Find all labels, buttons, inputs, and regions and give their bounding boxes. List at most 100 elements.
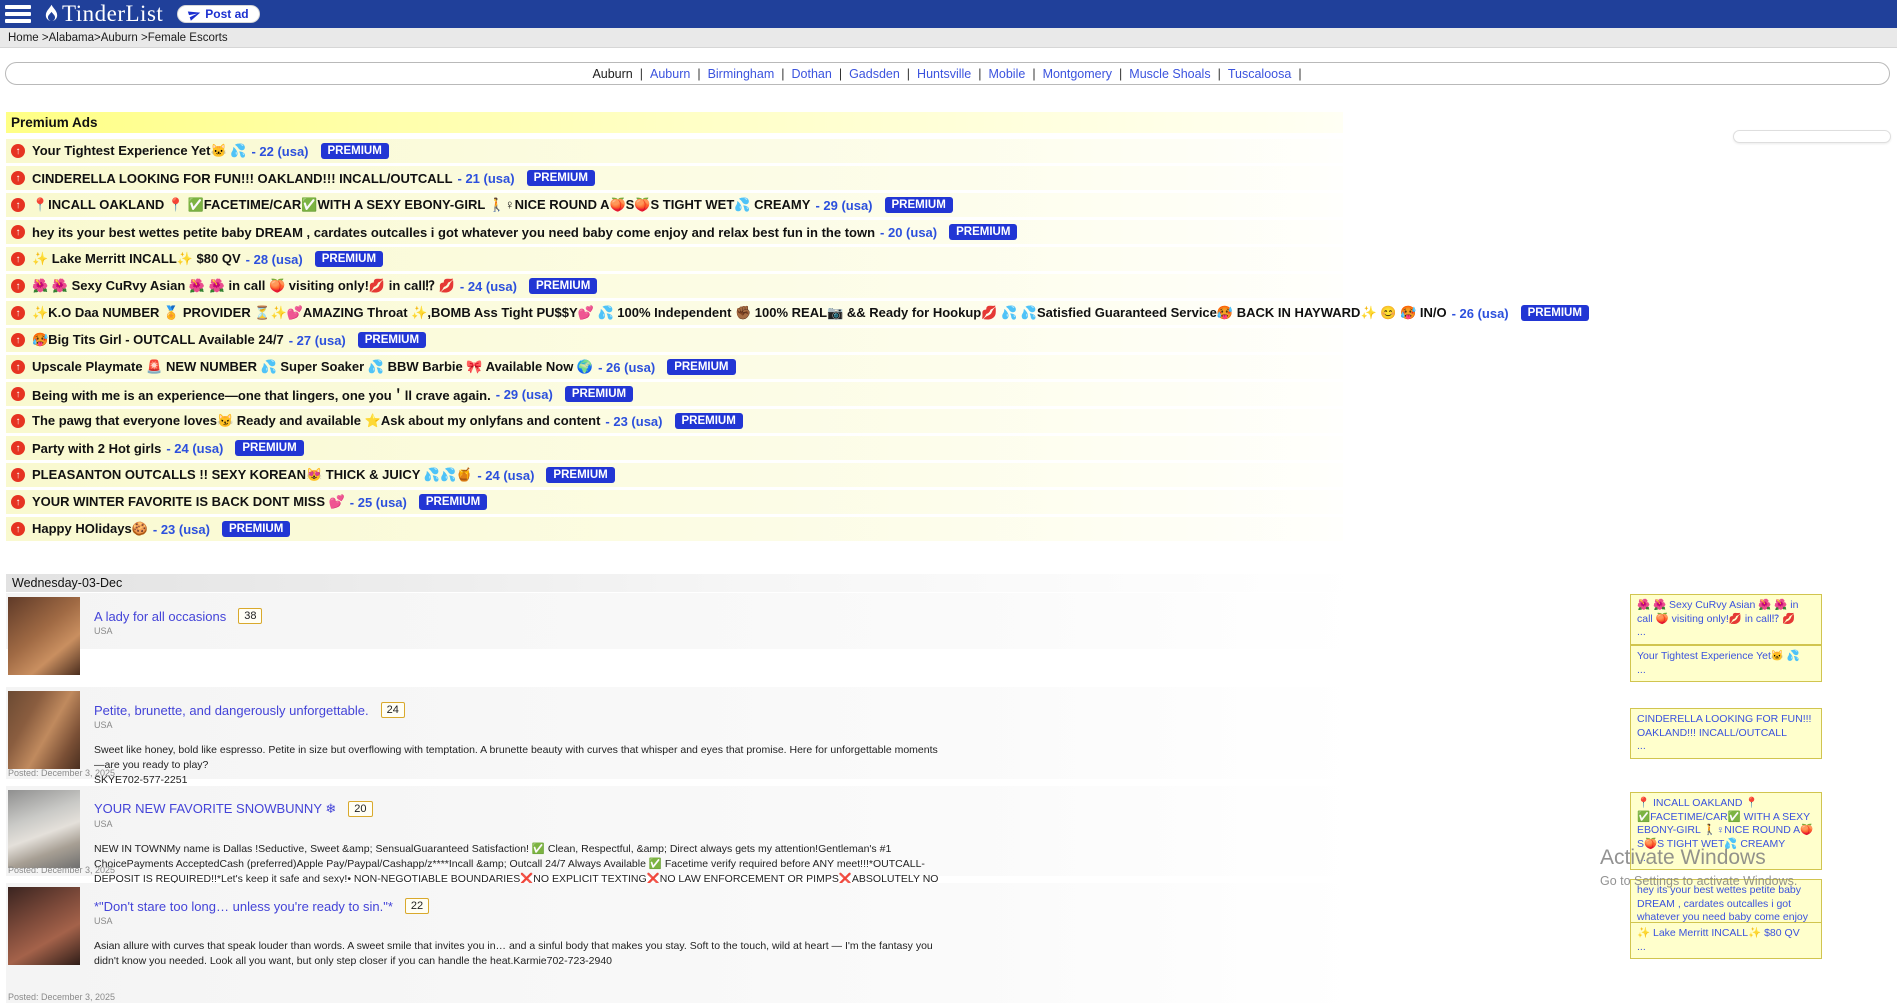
- brand-logo[interactable]: TinderList: [43, 1, 163, 27]
- premium-badge: PREMIUM: [565, 386, 633, 402]
- premium-ad-age[interactable]: - 27 (usa): [289, 333, 346, 348]
- premium-badge: PREMIUM: [358, 332, 426, 348]
- sidebar-ad-title[interactable]: Your Tightest Experience Yet🐱 💦: [1637, 650, 1815, 664]
- premium-ad-age[interactable]: - 29 (usa): [815, 198, 872, 213]
- premium-ad-title[interactable]: Your Tightest Experience Yet🐱 💦: [32, 143, 246, 159]
- premium-ad-row[interactable]: ↑ ✨ Lake Merritt INCALL✨ $80 QV - 28 (us…: [6, 247, 1343, 271]
- premium-ad-age[interactable]: - 21 (usa): [458, 171, 515, 186]
- listing-thumbnail[interactable]: [8, 691, 80, 769]
- premium-ad-age[interactable]: - 23 (usa): [605, 414, 662, 429]
- premium-ad-row[interactable]: ↑ Your Tightest Experience Yet🐱 💦 - 22 (…: [6, 139, 1343, 163]
- age-badge: 24: [381, 702, 405, 718]
- city-nav-link[interactable]: Auburn: [647, 67, 693, 81]
- premium-ad-title[interactable]: CINDERELLA LOOKING FOR FUN!!! OAKLAND!!!…: [32, 171, 453, 186]
- sidebar-ad-box[interactable]: CINDERELLA LOOKING FOR FUN!!! OAKLAND!!!…: [1630, 708, 1822, 759]
- city-nav-separator: |: [1028, 67, 1039, 81]
- premium-ad-age[interactable]: - 24 (usa): [460, 279, 517, 294]
- premium-badge: PREMIUM: [949, 224, 1017, 240]
- premium-ad-row[interactable]: ↑ hey its your best wettes petite baby D…: [6, 220, 1343, 244]
- sidebar-ad-title[interactable]: 🌺 🌺 Sexy CuRvy Asian 🌺 🌺 in call 🍑 visit…: [1637, 599, 1815, 626]
- post-ad-button[interactable]: Post ad: [177, 5, 259, 23]
- premium-ad-row[interactable]: ↑ Being with me is an experience—one tha…: [6, 382, 1343, 406]
- flame-icon: [43, 4, 60, 24]
- city-nav-link[interactable]: Muscle Shoals: [1126, 67, 1213, 81]
- premium-ad-title[interactable]: 🥵Big Tits Girl - OUTCALL Available 24/7: [32, 332, 284, 348]
- sidebar-ad-title[interactable]: ✨ Lake Merritt INCALL✨ $80 QV: [1637, 927, 1815, 941]
- listing-thumbnail[interactable]: [8, 597, 80, 675]
- sidebar-ad-box[interactable]: Your Tightest Experience Yet🐱 💦 ...: [1630, 645, 1822, 682]
- premium-ad-row[interactable]: ↑ The pawg that everyone loves😼 Ready an…: [6, 409, 1343, 433]
- premium-ad-title[interactable]: The pawg that everyone loves😼 Ready and …: [32, 413, 600, 429]
- city-nav-link[interactable]: Mobile: [985, 67, 1028, 81]
- premium-ad-row[interactable]: ↑ Happy HOlidays🍪 - 23 (usa) PREMIUM: [6, 517, 1343, 541]
- premium-ad-row[interactable]: ↑ 🥵Big Tits Girl - OUTCALL Available 24/…: [6, 328, 1343, 352]
- premium-ad-age[interactable]: - 24 (usa): [166, 441, 223, 456]
- listing-title[interactable]: Petite, brunette, and dangerously unforg…: [94, 703, 369, 718]
- listing-thumbnail[interactable]: [8, 887, 80, 965]
- city-nav-separator: |: [693, 67, 704, 81]
- premium-ad-row[interactable]: ↑ Party with 2 Hot girls - 24 (usa) PREM…: [6, 436, 1343, 460]
- up-arrow-icon: ↑: [11, 171, 25, 185]
- premium-ad-title[interactable]: ✨ Lake Merritt INCALL✨ $80 QV: [32, 251, 241, 267]
- listing-title[interactable]: A lady for all occasions: [94, 609, 226, 624]
- premium-ad-row[interactable]: ↑ CINDERELLA LOOKING FOR FUN!!! OAKLAND!…: [6, 166, 1343, 190]
- premium-ad-title[interactable]: 📍INCALL OAKLAND 📍 ✅FACETIME/CAR✅WITH A S…: [32, 197, 810, 213]
- city-nav-link[interactable]: Huntsville: [914, 67, 974, 81]
- premium-badge: PREMIUM: [315, 251, 383, 267]
- premium-ad-age[interactable]: - 20 (usa): [880, 225, 937, 240]
- breadcrumb-link[interactable]: Auburn: [101, 32, 138, 44]
- listing-title[interactable]: YOUR NEW FAVORITE SNOWBUNNY ❄: [94, 801, 336, 817]
- listing-content: *"Don't stare too long… unless you're re…: [94, 883, 1361, 969]
- sidebar-ad-title[interactable]: 📍 INCALL OAKLAND 📍 ✅FACETIME/CAR✅ WITH A…: [1637, 797, 1815, 852]
- premium-ad-title[interactable]: hey its your best wettes petite baby DRE…: [32, 225, 875, 240]
- premium-ad-age[interactable]: - 29 (usa): [496, 387, 553, 402]
- premium-ad-row[interactable]: ↑ ✨K.O Daa NUMBER 🏅 PROVIDER ⏳✨💕AMAZING …: [6, 301, 1343, 325]
- premium-ad-age[interactable]: - 26 (usa): [1452, 306, 1509, 321]
- sidebar-ad-box[interactable]: 📍 INCALL OAKLAND 📍 ✅FACETIME/CAR✅ WITH A…: [1630, 792, 1822, 870]
- premium-ad-row[interactable]: ↑ YOUR WINTER FAVORITE IS BACK DONT MISS…: [6, 490, 1343, 514]
- premium-ad-row[interactable]: ↑ Upscale Playmate 🚨 NEW NUMBER 💦 Super …: [6, 355, 1343, 379]
- breadcrumb-link[interactable]: Alabama: [49, 32, 94, 44]
- premium-ad-title[interactable]: Party with 2 Hot girls: [32, 441, 161, 456]
- premium-badge: PREMIUM: [222, 521, 290, 537]
- premium-ad-title[interactable]: Being with me is an experience—one that …: [32, 385, 491, 404]
- premium-ad-title[interactable]: 🌺 🌺 Sexy CuRvy Asian 🌺 🌺 in call 🍑 visit…: [32, 278, 455, 294]
- listing-posted: Posted: December 3, 2025: [8, 865, 115, 875]
- listing-country: USA: [94, 819, 1361, 829]
- premium-ad-title[interactable]: Upscale Playmate 🚨 NEW NUMBER 💦 Super So…: [32, 359, 593, 375]
- premium-ad-age[interactable]: - 28 (usa): [246, 252, 303, 267]
- menu-icon[interactable]: [5, 2, 31, 26]
- breadcrumb-separator: >: [138, 32, 148, 44]
- premium-ad-row[interactable]: ↑ 📍INCALL OAKLAND 📍 ✅FACETIME/CAR✅WITH A…: [6, 193, 1343, 217]
- city-nav-link[interactable]: Birmingham: [705, 67, 778, 81]
- premium-badge: PREMIUM: [667, 359, 735, 375]
- premium-ad-title[interactable]: Happy HOlidays🍪: [32, 521, 148, 537]
- city-nav-link[interactable]: Montgomery: [1040, 67, 1115, 81]
- premium-ad-title[interactable]: ✨K.O Daa NUMBER 🏅 PROVIDER ⏳✨💕AMAZING Th…: [32, 305, 1447, 321]
- premium-ad-age[interactable]: - 24 (usa): [477, 468, 534, 483]
- breadcrumb-separator: >: [39, 32, 49, 44]
- premium-ad-row[interactable]: ↑ PLEASANTON OUTCALLS !! SEXY KOREAN😻 TH…: [6, 463, 1343, 487]
- listing-title[interactable]: *"Don't stare too long… unless you're re…: [94, 899, 393, 914]
- sidebar-ad-title[interactable]: CINDERELLA LOOKING FOR FUN!!! OAKLAND!!!…: [1637, 713, 1815, 740]
- sidebar-ad-box[interactable]: ✨ Lake Merritt INCALL✨ $80 QV ...: [1630, 922, 1822, 959]
- breadcrumb-link[interactable]: Female Escorts: [148, 32, 228, 44]
- premium-ad-age[interactable]: - 23 (usa): [153, 522, 210, 537]
- premium-ad-row[interactable]: ↑ 🌺 🌺 Sexy CuRvy Asian 🌺 🌺 in call 🍑 vis…: [6, 274, 1343, 298]
- up-arrow-icon: ↑: [11, 387, 25, 401]
- premium-ad-age[interactable]: - 26 (usa): [598, 360, 655, 375]
- city-nav-link[interactable]: Dothan: [789, 67, 835, 81]
- premium-ad-title[interactable]: YOUR WINTER FAVORITE IS BACK DONT MISS 💕: [32, 494, 345, 510]
- premium-ad-title[interactable]: PLEASANTON OUTCALLS !! SEXY KOREAN😻 THIC…: [32, 467, 472, 483]
- breadcrumb-link[interactable]: Home: [8, 32, 39, 44]
- premium-ad-age[interactable]: - 22 (usa): [251, 144, 308, 159]
- up-arrow-icon: ↑: [11, 306, 25, 320]
- city-nav-link[interactable]: Auburn: [589, 67, 635, 81]
- sidebar-ad-box[interactable]: 🌺 🌺 Sexy CuRvy Asian 🌺 🌺 in call 🍑 visit…: [1630, 594, 1822, 645]
- listing-thumbnail[interactable]: [8, 790, 80, 868]
- sidebar-ad-more: ...: [1637, 626, 1815, 640]
- city-nav-link[interactable]: Gadsden: [846, 67, 903, 81]
- premium-ad-age[interactable]: - 25 (usa): [350, 495, 407, 510]
- up-arrow-icon: ↑: [11, 144, 25, 158]
- city-nav-link[interactable]: Tuscaloosa: [1225, 67, 1294, 81]
